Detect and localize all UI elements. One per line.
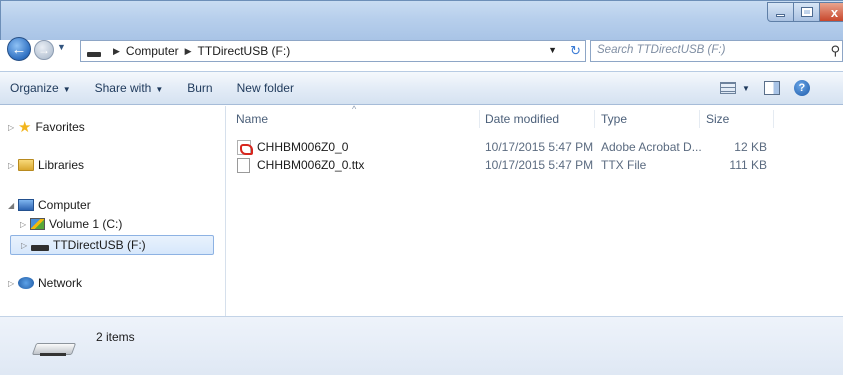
forward-button[interactable]: → [34,40,54,60]
sidebar-item-label: Network [38,276,83,290]
expand-icon[interactable]: ▷ [8,123,18,132]
chevron-down-icon: ▼ [155,85,164,94]
breadcrumb-ttdirectusb[interactable]: TTDirectUSB (F:) [198,44,291,58]
file-size: 12 KB [734,140,767,154]
computer-icon [18,199,34,211]
new-folder-button[interactable]: New folder [237,81,294,95]
title-bar: x [0,0,843,40]
details-pane: 2 items [0,316,843,375]
share-with-button[interactable]: Share with ▼ [95,81,164,95]
navigation-pane: ▷ ★ Favorites ▷ Libraries ◢ Computer ▷ V… [0,106,226,316]
breadcrumb-arrow-icon[interactable]: ▶ [113,46,120,57]
network-icon [18,277,34,289]
search-input[interactable]: Search TTDirectUSB (F:) ⚲ [590,40,843,62]
maximize-button[interactable] [794,2,820,22]
window-controls: x [767,2,843,22]
sidebar-item-ttdirectusb[interactable]: ▷ TTDirectUSB (F:) [10,235,214,255]
drive-slot [40,353,66,356]
file-type: Adobe Acrobat D... [601,140,702,154]
minimize-button[interactable] [767,2,794,22]
share-with-label: Share with [94,81,152,95]
file-name: CHHBM006Z0_0 [257,140,349,154]
windows-drive-icon [30,218,45,230]
column-header-name[interactable]: Name [236,112,268,126]
collapse-icon[interactable]: ◢ [8,201,18,210]
sidebar-item-label: Volume 1 (C:) [49,217,123,231]
star-icon: ★ [18,119,32,136]
sidebar-item-label: Libraries [38,158,85,172]
usb-drive-icon [31,339,77,359]
file-list: Name ^ Date modified Type Size CHHBM006Z… [227,104,843,316]
expand-icon[interactable]: ▷ [8,161,18,170]
change-view-button[interactable]: ▼ [720,82,750,94]
expand-icon[interactable]: ▷ [8,279,18,288]
column-divider[interactable] [699,110,700,128]
chevron-down-icon: ▼ [57,42,66,52]
breadcrumb-computer[interactable]: Computer [126,44,179,58]
expand-icon[interactable]: ▷ [21,241,31,250]
back-button[interactable]: ← [7,37,31,61]
arrow-left-icon: ← [11,40,27,58]
close-icon: x [830,4,839,20]
refresh-icon[interactable]: ↻ [570,43,581,59]
sidebar-item-label: Favorites [35,120,85,134]
libraries-icon [18,159,34,171]
pdf-icon [237,140,253,155]
sidebar-item-libraries[interactable]: ▷ Libraries [8,155,84,175]
search-icon[interactable]: ⚲ [830,43,840,59]
column-header-size[interactable]: Size [706,112,729,126]
breadcrumb-arrow-icon[interactable]: ▶ [185,46,192,57]
column-divider[interactable] [479,110,480,128]
minimize-icon [776,13,785,17]
column-header-type[interactable]: Type [601,112,627,126]
table-row[interactable]: CHHBM006Z0_0.ttx 10/17/2015 5:47 PM TTX … [227,156,843,174]
column-header-date[interactable]: Date modified [485,112,559,126]
sidebar-item-favorites[interactable]: ▷ ★ Favorites [8,117,85,137]
usb-drive-icon [31,244,49,251]
chevron-down-icon: ▼ [62,85,71,94]
views-icon [720,82,736,94]
address-dropdown-icon[interactable]: ▼ [548,45,557,55]
expand-icon[interactable]: ▷ [20,220,30,229]
sort-ascending-icon: ^ [352,104,357,114]
item-count: 2 items [96,330,135,344]
arrow-right-icon: → [38,43,50,57]
file-type: TTX File [601,158,647,172]
sidebar-item-volume1[interactable]: ▷ Volume 1 (C:) [20,214,122,234]
organize-button[interactable]: Organize ▼ [10,81,71,95]
sidebar-item-computer[interactable]: ◢ Computer [8,195,91,215]
column-divider[interactable] [594,110,595,128]
close-button[interactable]: x [820,2,843,22]
table-row[interactable]: CHHBM006Z0_0 10/17/2015 5:47 PM Adobe Ac… [227,138,843,156]
file-size: 111 KB [729,158,767,172]
column-divider[interactable] [773,110,774,128]
search-placeholder: Search TTDirectUSB (F:) [597,44,726,56]
preview-pane-icon[interactable] [763,81,780,95]
chevron-down-icon: ▼ [742,83,750,93]
address-bar[interactable]: ▶ Computer ▶ TTDirectUSB (F:) ▼ ↻ [80,40,586,62]
command-bar: Organize ▼ Share with ▼ Burn New folder ▼ … [0,71,843,105]
document-icon [237,158,250,173]
file-date: 10/17/2015 5:47 PM [485,140,594,154]
help-icon[interactable]: ? [793,80,810,96]
organize-label: Organize [10,81,59,95]
file-name: CHHBM006Z0_0.ttx [257,158,365,172]
file-date: 10/17/2015 5:47 PM [485,158,594,172]
burn-button[interactable]: Burn [187,81,212,95]
sidebar-item-network[interactable]: ▷ Network [8,273,82,293]
drive-icon [87,51,101,57]
sidebar-item-label: Computer [38,198,91,212]
toolbar-right: ▼ ? [720,80,810,96]
sidebar-item-label: TTDirectUSB (F:) [53,238,146,252]
maximize-icon [800,7,813,17]
recent-pages-button[interactable]: ▼ [57,42,66,52]
